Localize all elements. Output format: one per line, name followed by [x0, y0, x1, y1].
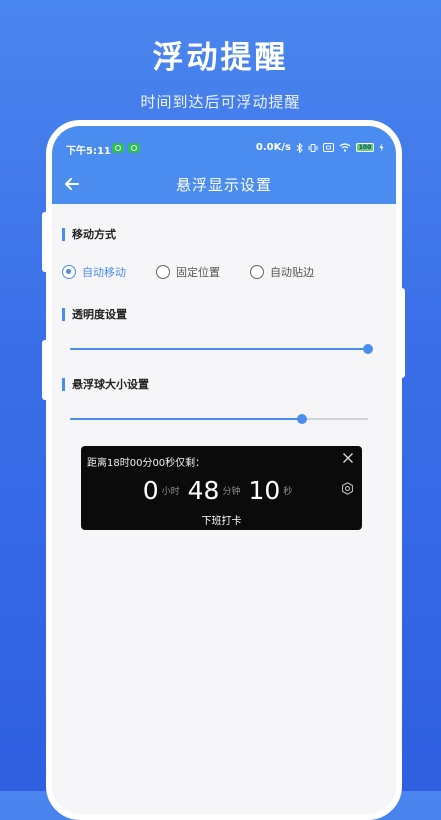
radio-fixed-position[interactable]: 固定位置 — [156, 264, 220, 280]
vibrate-icon — [308, 143, 318, 152]
ball-size-label: 悬浮球大小设置 — [62, 378, 149, 391]
move-mode-label: 移动方式 — [62, 228, 116, 241]
radio-label: 自动贴边 — [270, 266, 314, 279]
slider-thumb[interactable] — [363, 344, 373, 354]
slider-fill — [70, 418, 303, 420]
wifi-icon — [339, 143, 351, 152]
app-bar: 下午5:11 0.0K/s 100 悬浮显示设置 — [52, 126, 396, 204]
countdown-footer: 下班打卡 — [201, 516, 242, 527]
phone-frame: 下午5:11 0.0K/s 100 悬浮显示设置 移动方式 自动移动 固定位置 … — [46, 120, 402, 820]
nav-bar: 悬浮显示设置 — [52, 170, 396, 198]
promo-title: 浮动提醒 — [152, 40, 289, 76]
opacity-label: 透明度设置 — [62, 308, 127, 321]
countdown-seconds: 10 — [248, 476, 281, 505]
settings-icon[interactable] — [341, 482, 354, 495]
ball-size-slider[interactable] — [70, 412, 368, 426]
slider-fill — [70, 348, 368, 350]
status-time: 下午5:11 — [66, 146, 111, 157]
status-bar: 下午5:11 0.0K/s 100 — [52, 140, 396, 158]
close-icon[interactable] — [342, 452, 354, 464]
seconds-unit: 秒 — [283, 487, 293, 497]
slider-thumb[interactable] — [297, 414, 308, 424]
minutes-unit: 分钟 — [222, 487, 241, 497]
net-speed: 0.0K/s — [255, 142, 291, 153]
notification-icons — [112, 143, 140, 153]
floating-countdown-card[interactable]: 距离18时00分00秒仅剩： 0 小时 48 分钟 10 秒 下班打卡 — [81, 446, 362, 530]
countdown-hours: 0 — [142, 476, 159, 505]
radio-unchecked-icon — [156, 265, 170, 279]
status-right: 0.0K/s 100 — [256, 142, 384, 153]
bluetooth-icon — [296, 142, 303, 153]
app-notification-icon — [112, 143, 124, 153]
radio-checked-icon — [62, 265, 76, 279]
sim-icon — [323, 143, 334, 152]
promo-subtitle: 时间到达后可浮动提醒 — [140, 93, 301, 111]
opacity-slider[interactable] — [70, 342, 373, 356]
charging-icon — [379, 143, 384, 152]
radio-unchecked-icon — [250, 265, 264, 279]
radio-label: 自动移动 — [82, 266, 126, 279]
app-notification-icon — [128, 143, 140, 153]
battery-icon: 100 — [356, 143, 374, 152]
radio-auto-snap-edge[interactable]: 自动贴边 — [250, 264, 314, 280]
screen: { "promo": { "title": "浮动提醒", "subtitle"… — [0, 0, 441, 820]
countdown-time: 0 小时 48 分钟 10 秒 — [81, 476, 362, 505]
page-title: 悬浮显示设置 — [175, 176, 272, 194]
radio-auto-move[interactable]: 自动移动 — [62, 264, 126, 280]
move-mode-radio-group: 自动移动 固定位置 自动贴边 — [62, 264, 344, 280]
hours-unit: 小时 — [161, 487, 180, 497]
radio-label: 固定位置 — [176, 266, 220, 279]
countdown-heading: 距离18时00分00秒仅剩： — [87, 458, 206, 469]
countdown-minutes: 48 — [187, 476, 220, 505]
